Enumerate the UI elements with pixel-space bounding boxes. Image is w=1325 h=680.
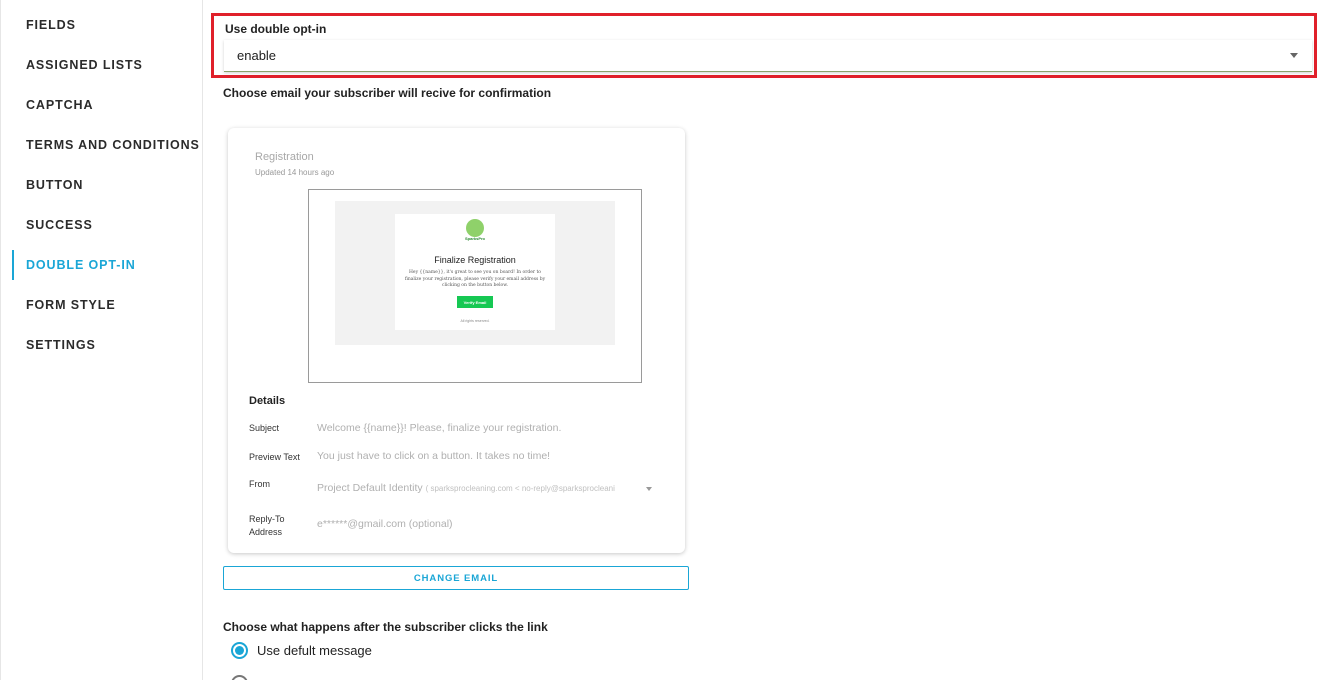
verify-email-button: Verify Email [457,296,493,308]
preview-text-label: Preview Text [249,452,300,462]
sidebar-item-settings[interactable]: SETTINGS [12,330,202,360]
after-click-heading: Choose what happens after the subscriber… [223,620,548,634]
radio-default-message[interactable]: Use defult message [231,642,372,659]
reply-to-value: e******@gmail.com (optional) [317,518,453,530]
from-label: From [249,479,270,489]
sparkspro-logo-icon [466,219,484,237]
sidebar-item-success[interactable]: SUCCESS [12,210,202,240]
radio-selected-icon [231,642,248,659]
email-preview-heading: Finalize Registration [434,255,516,265]
main-content: Use double opt-in enable Choose email yo… [203,0,1325,680]
email-preview-background: SparksPro Finalize Registration Hey {{na… [335,201,615,345]
radio-unselected-icon[interactable] [231,675,248,680]
sidebar-item-double-opt-in[interactable]: DOUBLE OPT-IN [12,250,202,280]
logo-text: SparksPro [464,236,485,241]
email-preview-footer: All rights reserved. [460,319,490,323]
reply-to-label: Reply-To Address [249,514,285,537]
double-opt-in-label: Use double opt-in [225,22,327,36]
from-address: ( sparksprocleaning.com < no-reply@spark… [425,484,615,493]
sidebar-item-captcha[interactable]: CAPTCHA [12,90,202,120]
choose-email-heading: Choose email your subscriber will recive… [223,86,552,100]
dropdown-arrow-icon [1290,53,1298,58]
details-heading: Details [249,395,286,407]
email-card: Registration Updated 14 hours ago Sparks… [228,128,685,553]
from-identity: Project Default Identity [317,482,423,494]
from-value: Project Default Identity ( sparksproclea… [317,482,615,494]
email-preview[interactable]: SparksPro Finalize Registration Hey {{na… [308,189,642,383]
sidebar-item-terms-and-conditions[interactable]: TERMS AND CONDITIONS [12,130,202,160]
change-email-button[interactable]: CHANGE EMAIL [223,566,689,590]
preview-text-value: You just have to click on a button. It t… [317,450,551,462]
sidebar-item-form-style[interactable]: FORM STYLE [12,290,202,320]
email-card-title: Registration [255,151,314,163]
sidebar-item-fields[interactable]: FIELDS [12,10,202,40]
from-dropdown-icon [646,487,652,491]
sidebar-item-assigned-lists[interactable]: ASSIGNED LISTS [12,50,202,80]
double-opt-in-value: enable [237,48,277,63]
email-preview-body: Hey {{name}}, it's great to see you on b… [404,270,546,288]
email-preview-sheet: SparksPro Finalize Registration Hey {{na… [395,214,555,330]
sidebar-nav: FIELDS ASSIGNED LISTS CAPTCHA TERMS AND … [0,0,203,680]
double-opt-in-select[interactable]: enable [224,40,1312,72]
subject-value: Welcome {{name}}! Please, finalize your … [317,422,562,434]
radio-default-message-label: Use defult message [257,643,372,658]
email-card-updated: Updated 14 hours ago [255,168,335,177]
double-opt-in-highlight: Use double opt-in enable [211,13,1317,78]
subject-label: Subject [249,423,280,433]
sidebar-item-button[interactable]: BUTTON [12,170,202,200]
